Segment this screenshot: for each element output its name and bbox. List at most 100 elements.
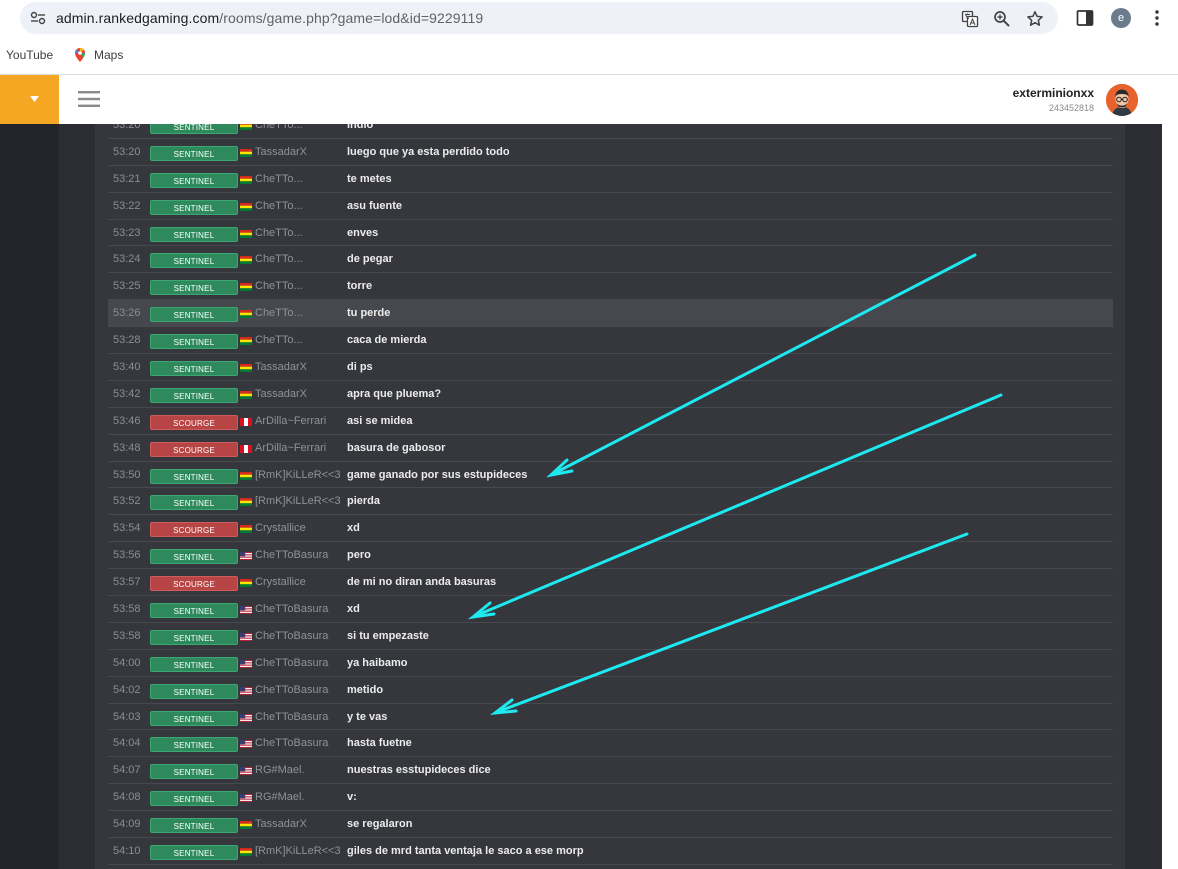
player-name[interactable]: CheTTo... (255, 280, 303, 292)
chat-message: enves (347, 226, 379, 239)
chat-time: 53:23 (113, 226, 141, 239)
app-header: exterminionxx 243452818 (0, 75, 1162, 124)
side-panel-icon[interactable] (1075, 8, 1095, 28)
chat-message: asi se midea (347, 414, 413, 427)
team-badge: SCOURGE (150, 414, 238, 430)
chat-time: 53:58 (113, 629, 141, 642)
username[interactable]: exterminionxx (960, 86, 1094, 100)
player-name[interactable]: CheTTo... (255, 227, 303, 239)
maps-icon (75, 48, 85, 62)
chat-row: 54:10 SENTINEL [RmK]KiLLeR<<3 giles de mrd … (108, 838, 1113, 865)
player-name[interactable]: ArDilla~Ferrari (255, 442, 326, 454)
player-name[interactable]: CheTTo... (255, 200, 303, 212)
chat-row: 53:25 SENTINEL CheTTo... torre (108, 273, 1113, 301)
chat-time: 54:07 (113, 764, 141, 777)
bolivia-flag-icon (240, 471, 252, 480)
more-menu-icon[interactable] (1147, 8, 1167, 28)
team-badge: SENTINEL (150, 710, 238, 726)
bookmark-star-icon[interactable] (1026, 10, 1044, 28)
chat-time: 53:40 (113, 361, 141, 374)
chat-time: 53:56 (113, 549, 141, 562)
player-name[interactable]: CheTToBasura (255, 549, 328, 561)
chat-row: 54:00 SENTINEL CheTToBasura ya haibamo (108, 650, 1113, 677)
chat-message: nuestras esstupideces dice (347, 764, 491, 777)
player-name[interactable]: TassadarX (255, 361, 307, 373)
bolivia-flag-icon (240, 821, 252, 830)
player-name[interactable]: [RmK]KiLLeR<<3 (255, 495, 341, 507)
chat-row: 53:23 SENTINEL CheTTo... enves (108, 220, 1113, 247)
chat-time: 54:00 (113, 656, 141, 669)
site-settings-icon[interactable] (30, 11, 46, 25)
player-name[interactable]: [RmK]KiLLeR<<3 (255, 469, 341, 481)
chat-message: luego que ya esta perdido todo (347, 145, 510, 158)
chat-message: si tu empezaste (347, 629, 429, 642)
player-name[interactable]: ArDilla~Ferrari (255, 415, 326, 427)
player-name[interactable]: CheTTo... (255, 173, 303, 185)
player-name[interactable]: CheTToBasura (255, 657, 328, 669)
address-bar[interactable]: admin.rankedgaming.com/rooms/game.php?ga… (20, 2, 1058, 34)
team-badge: SCOURGE (150, 441, 238, 457)
url-text[interactable]: admin.rankedgaming.com/rooms/game.php?ga… (56, 10, 483, 26)
player-name[interactable]: CheTToBasura (255, 603, 328, 615)
chat-time: 54:08 (113, 791, 141, 804)
chat-time: 53:22 (113, 199, 141, 212)
translate-icon[interactable] (961, 10, 979, 28)
chat-row: 54:09 SENTINEL TassadarX se regalaron (108, 811, 1113, 839)
zoom-icon[interactable] (993, 10, 1011, 28)
chat-time: 53:54 (113, 522, 141, 535)
player-name[interactable]: CheTTo... (255, 334, 303, 346)
team-badge: SENTINEL (150, 495, 238, 511)
chat-row: 53:42 SENTINEL TassadarX apra que pluema? (108, 381, 1113, 408)
chat-message: game ganado por sus estupideces (347, 468, 528, 481)
player-name[interactable]: CheTToBasura (255, 684, 328, 696)
team-badge: SENTINEL (150, 791, 238, 807)
chat-time: 53:20 (113, 145, 141, 158)
usa-flag-icon (240, 740, 252, 749)
chat-row: 53:57 SCOURGE Crystallice de mi no diran an… (108, 569, 1113, 597)
chat-message: giles de mrd tanta ventaja le saco a ese… (347, 845, 584, 858)
chat-row: 53:26 SENTINEL CheTTo... tu perde (108, 300, 1113, 328)
browser-toolbar: admin.rankedgaming.com/rooms/game.php?ga… (0, 0, 1178, 37)
hamburger-menu-icon[interactable] (78, 90, 100, 108)
chat-message: xd (347, 522, 360, 535)
player-name[interactable]: CheTTo... (255, 253, 303, 265)
chat-row: 54:08 SENTINEL RG#Mael. v: (108, 784, 1113, 812)
player-name[interactable]: TassadarX (255, 818, 307, 830)
chat-message: xd (347, 603, 360, 616)
player-name[interactable]: TassadarX (255, 388, 307, 400)
player-name[interactable]: CheTToBasura (255, 711, 328, 723)
bolivia-flag-icon (240, 229, 252, 238)
avatar-icon (1106, 84, 1138, 116)
chat-message: de pegar (347, 253, 393, 266)
player-name[interactable]: RG#Mael. (255, 764, 305, 776)
chat-time: 53:42 (113, 387, 141, 400)
menu-dropdown-button[interactable] (0, 75, 59, 124)
profile-avatar[interactable]: e (1111, 8, 1131, 28)
bookmark-youtube[interactable]: YouTube (6, 48, 53, 62)
bookmark-maps[interactable]: Maps (94, 48, 123, 62)
player-name[interactable]: Crystallice (255, 522, 306, 534)
chat-row: 54:03 SENTINEL CheTToBasura y te vas (108, 704, 1113, 731)
chat-message: apra que pluema? (347, 387, 442, 400)
player-name[interactable]: RG#Mael. (255, 791, 305, 803)
chat-row: 53:28 SENTINEL CheTTo... caca de mierda (108, 327, 1113, 355)
chat-row: 54:07 SENTINEL RG#Mael. nuestras esstupidec… (108, 757, 1113, 785)
player-name[interactable]: Crystallice (255, 576, 306, 588)
player-name[interactable]: CheTToBasura (255, 737, 328, 749)
chat-message: ya haibamo (347, 656, 408, 669)
bolivia-flag-icon (240, 848, 252, 857)
chat-row: 53:48 SCOURGE ArDilla~Ferrari basura de gab… (108, 435, 1113, 462)
user-avatar[interactable] (1106, 84, 1138, 116)
chat-time: 53:57 (113, 576, 141, 589)
player-name[interactable]: CheTTo... (255, 307, 303, 319)
bolivia-flag-icon (240, 498, 252, 507)
chat-time: 53:28 (113, 334, 141, 347)
player-name[interactable]: CheTToBasura (255, 630, 328, 642)
chat-time: 54:03 (113, 710, 141, 723)
player-name[interactable]: [RmK]KiLLeR<<3 (255, 845, 341, 857)
team-badge: SENTINEL (150, 845, 238, 861)
chat-time: 53:50 (113, 468, 141, 481)
player-name[interactable]: TassadarX (255, 146, 307, 158)
chat-row: 53:21 SENTINEL CheTTo... te metes (108, 166, 1113, 193)
team-badge: SENTINEL (150, 280, 238, 296)
